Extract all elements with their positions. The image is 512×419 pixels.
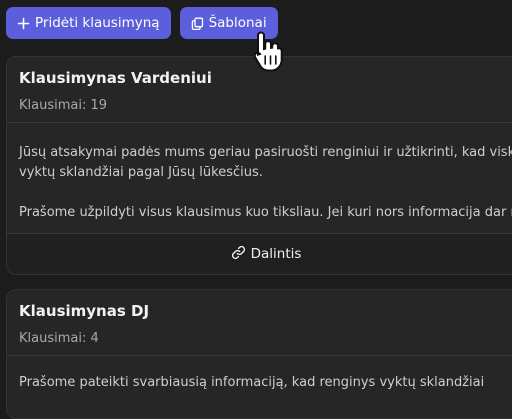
copy-icon <box>191 17 204 30</box>
share-button[interactable]: Dalintis <box>231 245 302 264</box>
card-title: Klausimynas DJ <box>19 302 150 320</box>
description-line: Prašome užpildyti visus klausimus kuo ti… <box>19 205 512 220</box>
toolbar: Pridėti klausimyną Šablonai <box>6 7 278 39</box>
question-count: Klausimai: 19 <box>19 98 108 113</box>
add-questionnaire-button[interactable]: Pridėti klausimyną <box>6 7 171 39</box>
card-description: Jūsų atsakymai padės mums geriau pasiruo… <box>7 123 512 223</box>
question-count: Klausimai: 4 <box>19 331 99 346</box>
questionnaire-card[interactable]: Klausimynas Vardeniui Klausimai: 19 Jūsų… <box>6 56 512 275</box>
card-description: Prašome pateikti svarbiausią informaciją… <box>7 356 512 393</box>
card-footer: Dalintis <box>7 233 512 274</box>
plus-icon <box>17 17 30 30</box>
description-line: Prašome pateikti svarbiausią informaciją… <box>19 375 485 390</box>
templates-label: Šablonai <box>208 15 267 31</box>
add-questionnaire-label: Pridėti klausimyną <box>35 15 160 31</box>
hand-cursor-icon <box>250 30 290 80</box>
link-icon <box>231 245 246 264</box>
share-label: Dalintis <box>250 246 302 262</box>
description-line: vyktų sklandžiai pagal Jūsų lūkesčius. <box>19 165 263 180</box>
description-line: Jūsų atsakymai padės mums geriau pasiruo… <box>19 145 512 160</box>
